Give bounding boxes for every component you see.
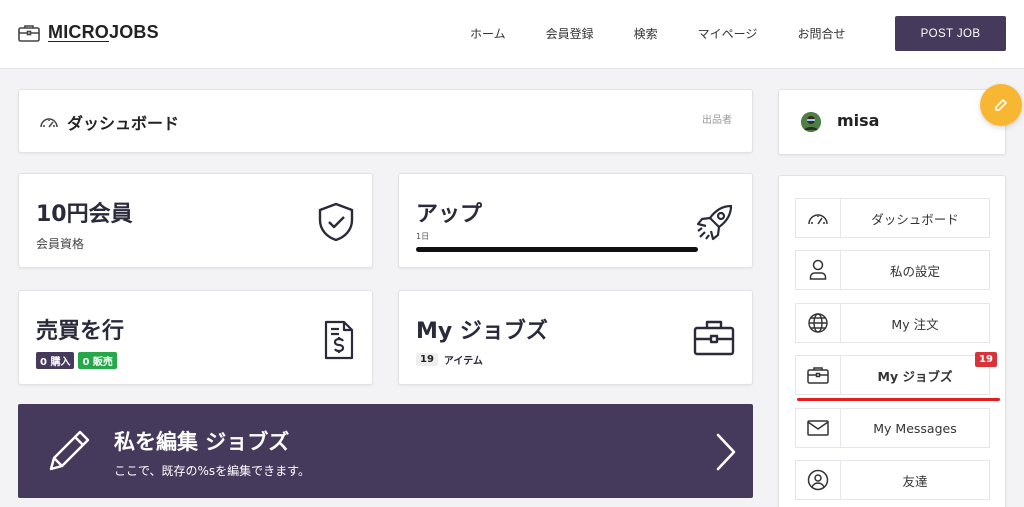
active-indicator-line [797,398,1000,401]
sidebar-item-settings[interactable]: 私の設定 [795,250,990,290]
nav-search[interactable]: 検索 [634,25,658,42]
myjobs-title: My ジョブズ [416,319,548,344]
edit-jobs-banner[interactable]: 私を編集 ジョブズ ここで、既存の%sを編集できます。 [18,404,753,498]
nav-home[interactable]: ホーム [470,25,506,42]
day-label: 1日 [416,232,430,241]
pencil-icon [49,430,90,471]
globe-icon [808,313,828,333]
myjobs-count-badge: 19 [975,352,997,367]
briefcase-logo-icon [18,24,40,42]
trade-card: 売買を行 0 購入 0 販売 [18,290,373,385]
logo-text: MICROJOBS [48,22,159,42]
myjobs-count-unit: アイテム [443,356,483,367]
sidebar-item-messages[interactable]: My Messages [795,408,990,448]
sidebar-item-myjobs[interactable]: My ジョブズ [795,355,990,395]
sidebar-item-label: ダッシュボード [871,211,959,227]
briefcase-icon [807,367,829,384]
logo[interactable]: MICROJOBS [18,22,159,43]
invoice-dollar-icon [324,320,354,360]
myjobs-count-value: 19 [416,353,438,366]
up-title: アップ [416,202,483,227]
speedometer-icon [808,214,828,225]
sidebar-item-orders[interactable]: My 注文 [795,303,990,343]
trade-title: 売買を行 [36,319,125,344]
up-card: アップ 1日 [398,173,753,268]
sell-badge: 0 販売 [78,352,117,369]
user-circle-icon [807,469,829,491]
shield-check-icon [318,202,354,242]
user-icon [809,259,827,280]
avatar[interactable] [801,112,821,132]
sidebar-item-label: 友達 [902,473,928,489]
banner-title: 私を編集 ジョブズ [114,430,290,454]
sidebar-item-friends[interactable]: 友達 [795,460,990,500]
sidebar-menu: ダッシュボード 私の設定 My 注文 My ジョブズ My Messages 友… [778,175,1006,507]
top-navbar: MICROJOBS ホーム 会員登録 検索 マイページ お問合せ POST JO… [0,0,1024,69]
post-job-button[interactable]: POST JOB [895,16,1006,51]
membership-card: 10円会員 会員資格 [18,173,373,268]
nav-contact[interactable]: お問合せ [797,25,845,42]
up-progress-fill [416,247,698,252]
myjobs-count: 19 アイテム [416,352,483,367]
main-nav: ホーム 会員登録 検索 マイページ お問合せ [470,25,845,42]
nav-register[interactable]: 会員登録 [546,25,594,42]
user-name: misa [837,111,880,130]
nav-mypage[interactable]: マイページ [698,25,758,42]
chevron-right-icon[interactable] [715,432,737,472]
role-label: 出品者 [702,115,732,126]
membership-sub: 会員資格 [36,237,85,251]
buy-badge: 0 購入 [36,352,75,369]
dashboard-header-card: ダッシュボード 出品者 [18,89,753,153]
speedometer-icon [40,118,58,128]
edit-profile-button[interactable] [980,84,1022,126]
page-title: ダッシュボード [67,114,180,133]
user-card: misa [778,89,1006,155]
pencil-icon [995,99,1007,111]
sidebar-item-label: My Messages [873,420,957,436]
sidebar-item-label: 私の設定 [889,263,940,279]
briefcase-icon [693,320,735,356]
rocket-icon [696,204,733,241]
membership-title: 10円会員 [36,202,133,227]
up-progress-bar [416,247,698,252]
sidebar-item-dashboard[interactable]: ダッシュボード [795,198,990,238]
sidebar-item-label: My ジョブズ [877,368,953,384]
myjobs-card[interactable]: My ジョブズ 19 アイテム [398,290,753,385]
banner-subtitle: ここで、既存の%sを編集できます。 [114,464,310,478]
trade-badges: 0 購入 0 販売 [36,352,117,369]
sidebar-item-label: My 注文 [891,316,939,332]
envelope-icon [807,420,829,436]
